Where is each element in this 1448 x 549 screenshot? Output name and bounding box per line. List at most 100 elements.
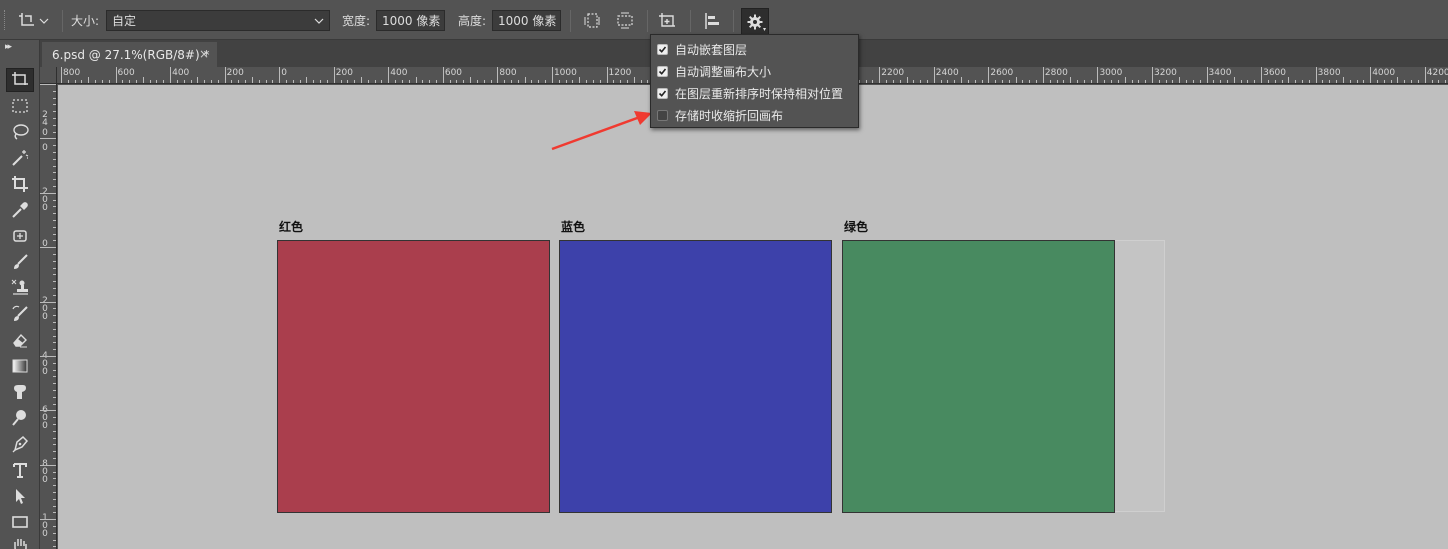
height-value: 1000 像素 <box>498 14 557 28</box>
hand-icon[interactable] <box>6 534 34 549</box>
ruler-minor-tick <box>886 80 888 83</box>
ruler-minor-tick <box>1288 77 1290 83</box>
spot-healing-icon[interactable] <box>6 224 34 248</box>
checkbox[interactable] <box>657 109 668 121</box>
ruler-minor-tick <box>599 80 601 83</box>
path-selection-icon[interactable] <box>6 484 34 508</box>
ruler-tick <box>53 396 56 398</box>
ruler-minor-tick <box>122 80 124 83</box>
ruler-tick <box>53 539 56 541</box>
rectangular-marquee-icon[interactable] <box>6 94 34 118</box>
smudge-icon[interactable] <box>6 380 34 404</box>
type-icon[interactable] <box>6 458 34 482</box>
option-shrink-canvas-on-save[interactable]: 存储时收缩折回画布 <box>651 104 858 126</box>
ruler-tick <box>1042 67 1044 83</box>
red-artboard[interactable] <box>277 240 550 513</box>
magic-wand-icon[interactable] <box>6 146 34 170</box>
width-field[interactable]: 1000 像素 <box>376 10 445 31</box>
checkbox[interactable] <box>657 87 668 99</box>
ruler-minor-tick <box>954 80 956 83</box>
add-artboard-icon[interactable] <box>656 9 680 33</box>
collapse-panel-icon[interactable]: ▸▸ <box>5 42 12 52</box>
option-keep-relative-position[interactable]: 在图层重新排序时保持相对位置 <box>651 82 858 104</box>
size-select[interactable]: 自定 <box>106 10 330 31</box>
ruler-tick <box>1315 67 1317 83</box>
ruler-tick <box>53 165 56 167</box>
ruler-tick <box>61 67 62 83</box>
dodge-icon[interactable] <box>6 406 34 430</box>
ruler-minor-tick <box>1240 80 1242 83</box>
tools-panel: ▸▸ <box>0 40 40 549</box>
history-brush-icon[interactable] <box>6 302 34 326</box>
options-bar-grip[interactable] <box>4 10 7 30</box>
make-portrait-icon[interactable] <box>580 9 604 33</box>
ruler-minor-tick <box>381 80 383 83</box>
ruler-label: 600 <box>444 68 463 78</box>
ruler-tick <box>40 301 56 303</box>
blue-artboard[interactable] <box>559 240 832 513</box>
artboard-tool-icon[interactable] <box>6 68 34 92</box>
checkbox[interactable] <box>657 43 668 55</box>
ruler-minor-tick <box>572 80 574 83</box>
document-canvas[interactable]: 红色 蓝色 绿色 <box>58 85 1448 549</box>
ruler-minor-tick <box>1029 80 1031 83</box>
ruler-minor-tick <box>286 80 288 83</box>
ruler-minor-tick <box>1417 80 1419 83</box>
ruler-label: 3200 <box>1154 68 1177 78</box>
settings-gear-button[interactable]: ▾ <box>741 8 769 35</box>
ruler-label: 3800 <box>1317 68 1341 78</box>
ruler-minor-tick <box>401 80 403 83</box>
eyedropper-icon[interactable] <box>6 198 34 222</box>
crop-icon[interactable] <box>6 172 34 196</box>
clone-stamp-icon[interactable] <box>6 276 34 300</box>
ruler-minor-tick <box>306 77 308 83</box>
height-field[interactable]: 1000 像素 <box>492 10 561 31</box>
checkbox[interactable] <box>657 65 668 77</box>
ruler-minor-tick <box>1322 80 1324 83</box>
make-landscape-icon[interactable] <box>613 9 637 33</box>
ruler-minor-tick <box>913 80 915 83</box>
ruler-tick <box>53 199 56 201</box>
ruler-minor-tick <box>183 80 185 83</box>
close-tab-icon[interactable]: × <box>199 47 209 61</box>
option-label: 存储时收缩折回画布 <box>675 108 784 123</box>
option-label: 自动调整画布大小 <box>675 64 772 79</box>
option-auto-nest-layers[interactable]: 自动嵌套图层 <box>651 38 858 60</box>
document-tab-title: 6.psd @ 27.1%(RGB/8#) * <box>52 47 210 62</box>
ruler-minor-tick <box>1356 80 1358 83</box>
ruler-tick <box>40 464 56 466</box>
ruler-tick <box>933 67 935 83</box>
vertical-ruler[interactable]: 24002000200400600800100 <box>40 84 57 549</box>
ruler-minor-tick <box>558 80 560 83</box>
ruler-minor-tick <box>926 80 928 83</box>
lasso-icon[interactable] <box>6 120 34 144</box>
gradient-icon[interactable] <box>6 354 34 378</box>
document-tab[interactable]: 6.psd @ 27.1%(RGB/8#) * × <box>42 42 217 67</box>
ruler-tick <box>53 505 56 507</box>
ruler-origin[interactable] <box>40 67 57 84</box>
ruler-label: 0 <box>42 475 48 485</box>
brush-icon[interactable] <box>6 250 34 274</box>
artboard-tool-preset-icon[interactable] <box>16 9 40 33</box>
ruler-minor-tick <box>129 80 131 83</box>
ruler-tick <box>40 410 56 412</box>
ruler-minor-tick <box>1377 80 1379 83</box>
ruler-label: 400 <box>172 68 190 78</box>
ruler-tick <box>53 172 56 174</box>
ruler-minor-tick <box>967 80 969 83</box>
eraser-icon[interactable] <box>6 328 34 352</box>
ruler-minor-tick <box>1001 80 1003 83</box>
ruler-tick <box>1097 67 1099 83</box>
separator <box>733 10 734 32</box>
ruler-tick <box>53 498 56 500</box>
rectangle-shape-icon[interactable] <box>6 510 34 534</box>
ruler-minor-tick <box>1158 80 1160 83</box>
pen-icon[interactable] <box>6 432 34 456</box>
ruler-minor-tick <box>1267 80 1269 83</box>
green-artboard[interactable] <box>842 240 1115 513</box>
preset-chevron-down-icon[interactable] <box>38 9 50 33</box>
ruler-tick <box>53 233 56 235</box>
option-auto-size-canvas[interactable]: 自动调整画布大小 <box>651 60 858 82</box>
align-left-icon[interactable] <box>700 9 724 33</box>
ruler-minor-tick <box>1329 80 1331 83</box>
